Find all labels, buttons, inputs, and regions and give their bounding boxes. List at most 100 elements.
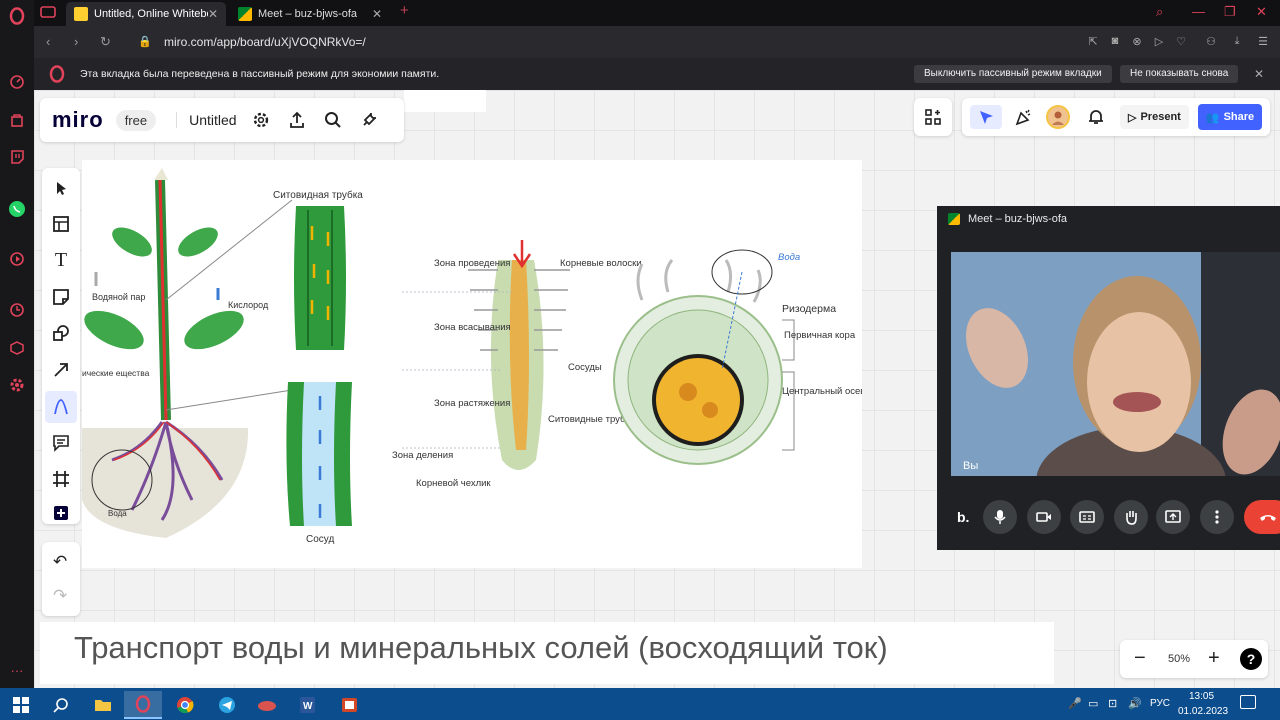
minimize-icon[interactable]: —	[1192, 4, 1205, 19]
telegram-taskbar-button[interactable]	[208, 691, 246, 719]
sticky-note-icon[interactable]	[49, 285, 73, 309]
word-taskbar-button[interactable]: W	[288, 691, 326, 719]
label-water-plant: Вода	[108, 509, 127, 518]
player-icon[interactable]	[7, 249, 27, 269]
new-tab-icon[interactable]: +	[400, 2, 409, 19]
end-call-button[interactable]	[1244, 500, 1280, 534]
mic-button[interactable]	[983, 500, 1017, 534]
meet-pip-window[interactable]: Meet – buz-bjws-ofa Вы b.	[937, 206, 1280, 550]
taskbar-search-button[interactable]	[42, 691, 80, 719]
present-label: Present	[1140, 111, 1181, 123]
export-icon[interactable]	[285, 108, 309, 132]
captions-button[interactable]	[1070, 500, 1104, 534]
plan-badge[interactable]: free	[115, 109, 157, 131]
undo-icon[interactable]: ↶	[53, 552, 67, 572]
volume-icon[interactable]: 🔊	[1128, 697, 1142, 710]
forward-icon[interactable]: ›	[74, 34, 78, 49]
board-title[interactable]: Untitled	[176, 112, 237, 128]
notification-center-icon[interactable]	[1240, 695, 1256, 709]
close-window-icon[interactable]: ✕	[1256, 4, 1267, 20]
user-avatar[interactable]	[1046, 105, 1070, 129]
apps-button[interactable]	[914, 98, 952, 136]
mic-tray-icon[interactable]: 🎤	[1068, 697, 1082, 710]
close-tab-icon[interactable]: ✕	[372, 7, 382, 21]
bookmark-icon[interactable]: ♡	[1174, 35, 1188, 49]
clock-date[interactable]: 01.02.2023	[1178, 706, 1228, 717]
camera-icon[interactable]: ◙	[1108, 35, 1122, 49]
text-tool-icon[interactable]: T	[49, 248, 73, 272]
battery-icon[interactable]: ▭	[1088, 697, 1098, 710]
more-icon[interactable]: ···	[7, 660, 27, 680]
whatsapp-icon[interactable]	[7, 199, 27, 219]
camera-button[interactable]	[1027, 500, 1061, 534]
share-button[interactable]: 👥 Share	[1198, 104, 1262, 130]
account-icon[interactable]: ⚇	[1204, 35, 1218, 49]
tab-meet[interactable]: Meet – buz-bjws-ofa ✕	[230, 2, 390, 26]
help-button[interactable]: ?	[1240, 648, 1262, 670]
speed-dial-icon[interactable]	[7, 72, 27, 92]
shopping-icon[interactable]	[7, 110, 27, 130]
adblock-icon[interactable]: ⊗	[1130, 35, 1144, 49]
apps-plug-icon[interactable]	[357, 108, 381, 132]
slide-caption[interactable]: Транспорт воды и минеральных солей (восх…	[74, 630, 888, 666]
select-cursor-icon[interactable]	[49, 176, 73, 200]
redo-icon[interactable]: ↷	[53, 586, 67, 606]
section-labels: Вода Ризодерма Первичная кора Центральны…	[778, 252, 916, 397]
biology-diagram-frame[interactable]: Водяной пар Кислород ические ещества Вод…	[82, 160, 916, 568]
more-options-button[interactable]	[1200, 500, 1234, 534]
tab-miro[interactable]: Untitled, Online Whiteboard ✕	[66, 2, 226, 26]
zoom-out-icon[interactable]: −	[1134, 647, 1146, 670]
search-icon[interactable]	[321, 108, 345, 132]
zoom-in-icon[interactable]: +	[1208, 647, 1220, 670]
network-icon[interactable]: ⊡	[1108, 697, 1117, 710]
twitch-icon[interactable]	[7, 147, 27, 167]
url-field[interactable]: miro.com/app/board/uXjVOQNRkVo=/	[164, 35, 366, 49]
templates-icon[interactable]	[49, 212, 73, 236]
reload-icon[interactable]: ↻	[100, 34, 111, 50]
more-vert-icon	[1215, 510, 1219, 524]
close-notification-icon[interactable]: ✕	[1254, 67, 1264, 81]
more-tools-icon[interactable]	[49, 501, 73, 525]
chrome-taskbar-button[interactable]	[166, 691, 204, 719]
dont-show-button[interactable]: Не показывать снова	[1120, 65, 1239, 83]
flow-icon[interactable]: ▷	[1152, 35, 1166, 49]
comment-icon[interactable]	[49, 431, 73, 455]
reactions-icon[interactable]	[1012, 105, 1036, 129]
workspaces-icon[interactable]	[40, 5, 56, 24]
maximize-icon[interactable]: ❐	[1224, 4, 1236, 20]
clock-time[interactable]: 13:05	[1189, 691, 1214, 702]
opera-sidebar: ···	[0, 0, 34, 688]
language-indicator[interactable]: РУС	[1150, 698, 1170, 709]
cloud-app-taskbar-button[interactable]	[248, 691, 286, 719]
label-cortex: Первичная кора	[784, 330, 856, 341]
frame-icon[interactable]	[49, 467, 73, 491]
easy-setup-icon[interactable]: ☰	[1256, 35, 1270, 49]
present-screen-button[interactable]	[1156, 500, 1190, 534]
file-explorer-button[interactable]	[84, 691, 122, 719]
history-icon[interactable]	[7, 300, 27, 320]
opera-taskbar-button[interactable]	[124, 691, 162, 719]
cursor-follow-icon[interactable]	[970, 105, 1002, 129]
close-tab-icon[interactable]: ✕	[208, 7, 218, 21]
extensions-icon[interactable]	[7, 338, 27, 358]
send-icon[interactable]: ⇱	[1086, 35, 1100, 49]
label-conduction: Зона проведения	[434, 258, 510, 269]
powerpoint-taskbar-button[interactable]	[330, 691, 368, 719]
miro-logo[interactable]: miro	[52, 107, 104, 133]
label-central-cylinder: Центральный осевой цилиндр	[782, 386, 862, 397]
disable-snooze-button[interactable]: Выключить пассивный режим вкладки	[914, 65, 1112, 83]
raise-hand-button[interactable]	[1114, 500, 1148, 534]
shapes-icon[interactable]	[49, 321, 73, 345]
connection-line-icon[interactable]	[49, 358, 73, 382]
pen-tool-icon[interactable]	[45, 391, 77, 423]
download-icon[interactable]: ⤓	[1230, 35, 1244, 49]
settings-icon[interactable]	[7, 375, 27, 395]
present-button[interactable]: ▷ Present	[1120, 105, 1189, 129]
zoom-level[interactable]: 50%	[1168, 653, 1190, 665]
search-tabs-icon[interactable]: ⌕	[1156, 4, 1163, 20]
opera-menu-icon[interactable]	[7, 6, 27, 26]
back-icon[interactable]: ‹	[46, 34, 50, 49]
notifications-bell-icon[interactable]	[1084, 105, 1108, 129]
settings-icon[interactable]	[249, 108, 273, 132]
start-button[interactable]	[2, 691, 40, 719]
